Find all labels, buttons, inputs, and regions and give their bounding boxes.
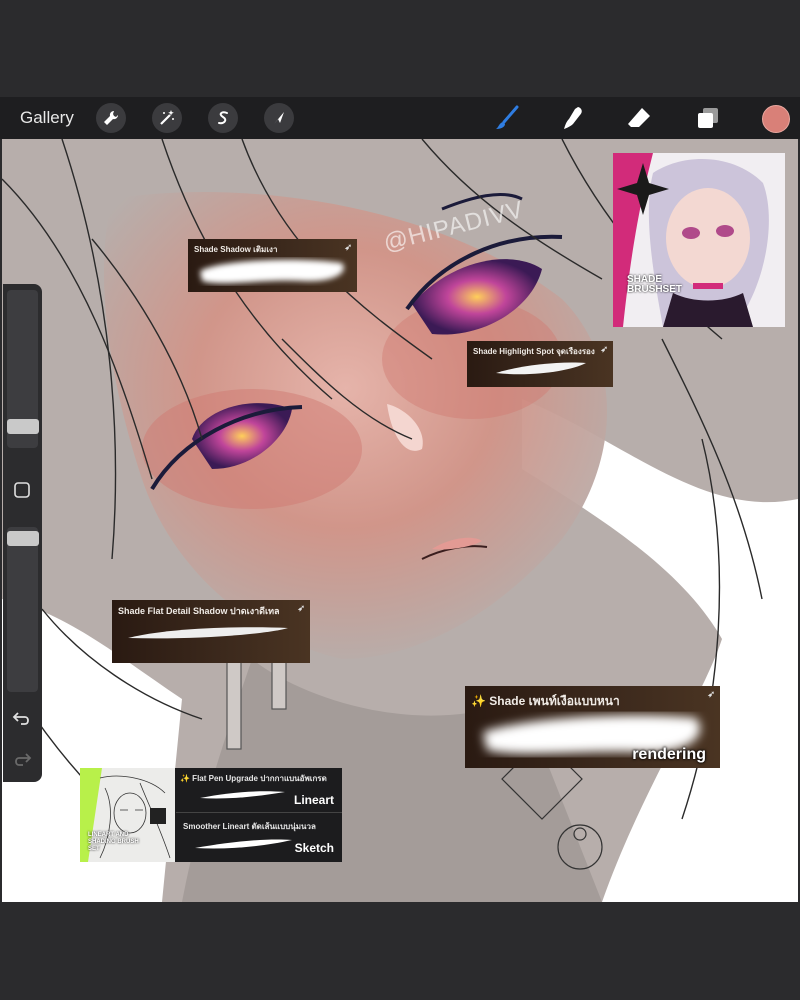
redo-arrow-icon — [15, 753, 32, 766]
adjustments-button[interactable] — [152, 103, 182, 133]
promo-illustration — [613, 153, 785, 327]
layers-icon — [698, 108, 718, 128]
selection-button[interactable] — [208, 103, 238, 133]
gallery-button[interactable]: Gallery — [20, 97, 74, 139]
transform-button[interactable] — [264, 103, 294, 133]
lineart-thumb-text: LINEART AND SHADING BRUSH SET — [88, 832, 139, 852]
top-toolbar: Gallery — [0, 97, 800, 139]
redo-button[interactable] — [11, 748, 33, 770]
promo-title: SHADE BRUSHSET — [627, 275, 682, 295]
lineart-thumbnail: LINEART AND SHADING BRUSH SET — [80, 768, 175, 862]
feather-icon: ➶ — [707, 689, 715, 699]
brush-icon — [496, 105, 519, 129]
promo-thumbnail: SHADE BRUSHSET — [613, 153, 785, 327]
layers-button[interactable] — [693, 103, 723, 133]
brush-title: Shade Flat Detail Shadow ปาดเงาดีเทล — [118, 606, 280, 616]
smudge-button[interactable] — [558, 103, 588, 133]
lineart-brush-panel: LINEART AND SHADING BRUSH SET ✨ Flat Pen… — [80, 768, 342, 862]
arrow-cursor-icon — [274, 112, 284, 124]
brush-button[interactable] — [492, 103, 522, 133]
brush-card-shade-shadow: Shade Shadow เติมเงา ➶ — [188, 239, 357, 292]
brush-card-shade-rendering: ✨ Shade เพนท์เงือแบบหนา ➶ rendering — [465, 686, 720, 768]
divider — [176, 812, 342, 813]
smudge-finger-icon — [564, 107, 582, 129]
sketch-label: Sketch — [294, 841, 334, 855]
brush-stroke-preview — [496, 362, 586, 375]
actions-button[interactable] — [96, 103, 126, 133]
wrench-icon — [104, 110, 119, 125]
brush-size-handle[interactable] — [7, 419, 39, 434]
modify-button[interactable] — [11, 479, 33, 501]
brush-card-shade-flat-detail: Shade Flat Detail Shadow ปาดเงาดีเทล ➶ — [112, 600, 310, 663]
undo-button[interactable] — [11, 707, 33, 729]
brush-stroke-preview — [128, 627, 288, 639]
feather-icon: ➶ — [297, 603, 305, 613]
selection-s-icon — [218, 111, 228, 125]
square-icon — [14, 482, 30, 498]
lineart-label: Lineart — [293, 793, 334, 807]
brush-stroke-preview — [200, 259, 344, 284]
promo-title-line2: BRUSHSET — [627, 284, 683, 295]
color-picker-swatch[interactable] — [762, 105, 790, 133]
undo-arrow-icon — [12, 712, 29, 725]
flat-pen-title: ✨ Flat Pen Upgrade ปากกาแบนอัพเกรด — [180, 774, 327, 783]
left-sidebar — [3, 284, 42, 782]
smoother-stroke — [195, 839, 292, 849]
feather-icon: ➶ — [600, 344, 608, 354]
eraser-icon — [628, 108, 650, 127]
magic-wand-icon — [160, 110, 174, 125]
flat-pen-stroke — [200, 791, 285, 799]
brush-card-shade-highlight-spot: Shade Highlight Spot จุดเรืองรอง ➶ — [467, 341, 613, 387]
smoother-title: Smoother Lineart ตัดเส้นแบบนุ่มนวล — [183, 822, 316, 831]
opacity-slider[interactable] — [7, 527, 38, 692]
rendering-label: rendering — [632, 746, 706, 763]
eraser-button[interactable] — [624, 103, 654, 133]
opacity-handle[interactable] — [7, 531, 39, 546]
